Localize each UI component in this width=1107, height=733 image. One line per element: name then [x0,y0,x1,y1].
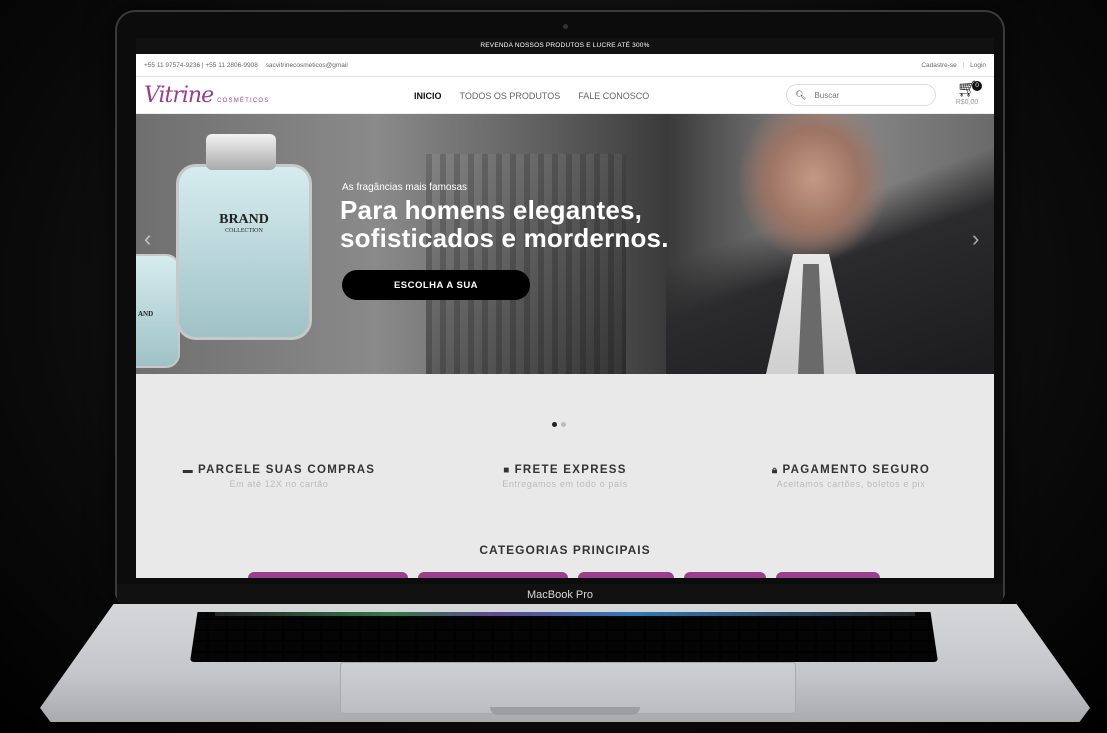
signup-link[interactable]: Cadastre-se [921,62,956,69]
search-box: 🔍︎ [786,84,936,106]
announcement-bar: REVENDA NOSSOS PRODUTOS E LUCRE ATÉ 300% [136,38,994,54]
search-icon[interactable]: 🔍︎ [795,90,806,101]
bottle-collection: COLLECTION [225,228,263,234]
hero-subtitle: As fragâncias mais famosas [342,182,468,193]
hero-headline: Para homens elegantes, sofisticados e mo… [340,196,669,252]
nav-item-inicio[interactable]: INICIO [414,91,442,101]
feature-installments-subtitle: Em até 12X no cartão [229,479,329,489]
touch-bar [215,612,915,616]
features-row: ▬ PARCELE SUAS COMPRAS Em até 12X no cart… [136,464,994,489]
device-label: MacBook Pro [117,584,1003,604]
category-tabs [248,572,880,578]
feature-shipping: ■ FRETE EXPRESS Entregamos em todo o país [422,464,708,489]
cart-total: R$0,00 [955,99,979,106]
contact-phones: +55 11 97574-9236 | +55 11 2806-9908 [144,61,258,69]
perfume-cap [206,134,276,170]
hero-headline-line2: sofisticados e mordernos. [340,223,669,253]
nav-item-todos-os-produtos[interactable]: TODOS OS PRODUTOS [460,91,561,101]
perfume-bottle [176,164,312,340]
account-links: Cadastre-se | Login [917,62,986,69]
contact-email[interactable]: sacvitrinecosmeticos@gmail [266,62,348,69]
category-tab[interactable] [776,572,880,578]
truck-icon: ■ [503,465,511,476]
category-tab[interactable] [684,572,766,578]
cart-button[interactable]: 🛒︎ 0 R$0,00 [950,81,984,106]
webcam [563,24,568,29]
carousel-indicators [552,422,566,427]
category-tab[interactable] [578,572,674,578]
cart-count-badge: 0 [972,81,982,91]
bottle-label: BRAND COLLECTION [214,212,274,234]
bottle2-label: AND [138,310,154,318]
category-tab[interactable] [418,572,568,578]
site-header: Vitrine COSMÉTICOS INICIO TODOS OS PRODU… [136,77,994,114]
hero-banner: AND BRAND COLLECTION As fragâncias mais … [136,114,994,374]
nav-item-fale-conosco[interactable]: FALE CONOSCO [578,91,649,101]
choose-yours-button[interactable]: ESCOLHA A SUA [342,270,530,300]
logo-script: Vitrine [144,83,214,108]
feature-payment: 🔒︎ PAGAMENTO SEGURO Aceitamos cartões, bo… [708,464,994,489]
site-logo[interactable]: Vitrine COSMÉTICOS [144,83,269,108]
login-link[interactable]: Login [970,62,986,69]
carousel-prev-icon[interactable]: ‹ [144,226,151,252]
hero-headline-line1: Para homens elegantes, [340,195,643,225]
feature-shipping-subtitle: Entregamos em todo o país [502,479,628,489]
feature-installments-title: PARCELE SUAS COMPRAS [198,464,376,476]
keyboard [190,612,938,662]
bottle-brand: BRAND [219,212,269,227]
credit-card-icon: ▬ [182,465,195,476]
logo-subtitle: COSMÉTICOS [217,98,270,104]
contact-bar: +55 11 97574-9236 | +55 11 2806-9908 sac… [136,54,994,77]
browser-screen: REVENDA NOSSOS PRODUTOS E LUCRE ATÉ 300%… [136,38,994,578]
feature-shipping-title: FRETE EXPRESS [514,464,627,476]
search-input[interactable] [812,89,927,101]
category-tab[interactable] [248,572,408,578]
lid-notch [490,707,640,715]
feature-payment-subtitle: Aceitamos cartões, boletos e pix [776,479,926,489]
lock-icon: 🔒︎ [771,465,779,476]
main-nav: INICIO TODOS OS PRODUTOS FALE CONOSCO [414,91,649,101]
account-separator: | [962,61,965,69]
contact-info: +55 11 97574-9236 | +55 11 2806-9908 sac… [144,62,348,69]
feature-payment-title: PAGAMENTO SEGURO [782,464,931,476]
feature-installments: ▬ PARCELE SUAS COMPRAS Em até 12X no cart… [136,464,422,489]
categories-title: CATEGORIAS PRINCIPAIS [479,543,651,557]
carousel-dot-2[interactable] [561,422,566,427]
carousel-dot-1[interactable] [552,422,557,427]
carousel-next-icon[interactable]: › [972,226,979,252]
